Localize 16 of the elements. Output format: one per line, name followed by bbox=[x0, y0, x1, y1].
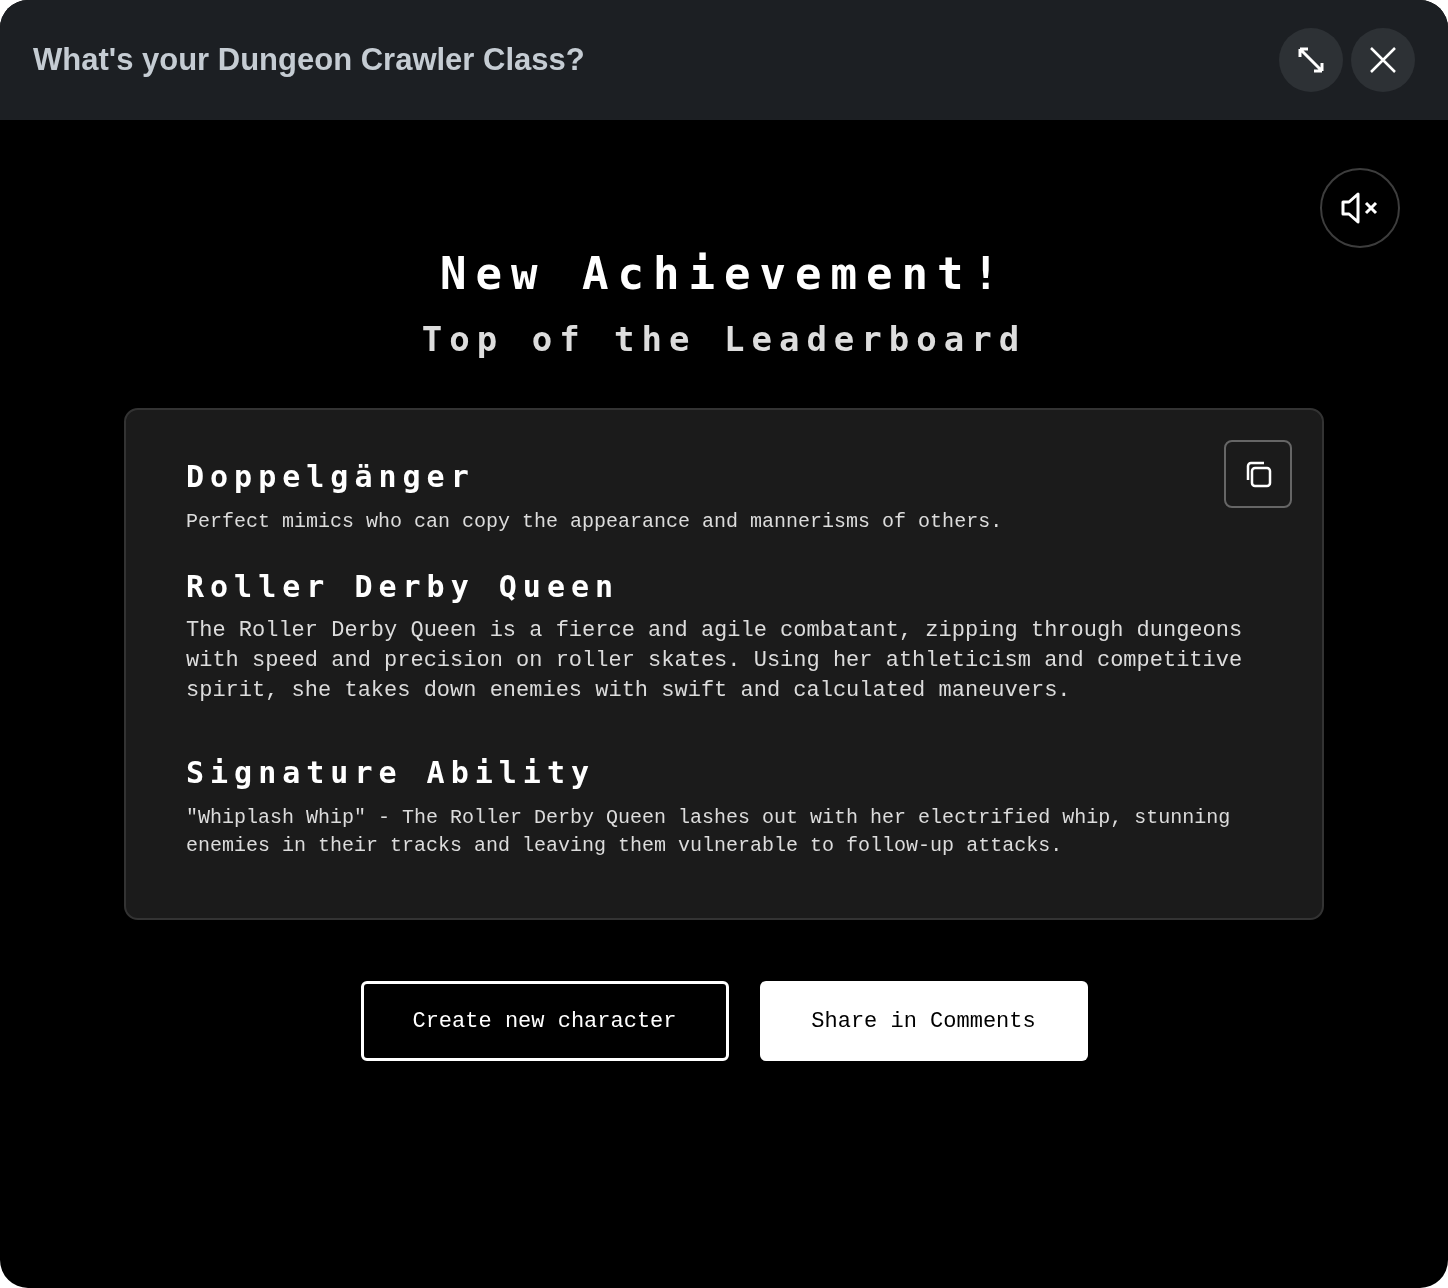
achievement-heading: New Achievement! bbox=[440, 252, 1008, 296]
copy-button[interactable] bbox=[1224, 440, 1292, 508]
muted-speaker-icon bbox=[1340, 191, 1380, 225]
expand-icon bbox=[1296, 45, 1326, 75]
mute-button[interactable] bbox=[1320, 168, 1400, 248]
section-text: Perfect mimics who can copy the appearance and mannerisms of others. bbox=[186, 509, 1004, 535]
section-heading: Signature Ability bbox=[186, 758, 596, 788]
section-text: "Whiplash Whip" - The Roller Derby Queen lashes out with her electrified whip, stunning enemies in their tracks and leaving them vulnerable to follow-up attacks. bbox=[186, 805, 1232, 859]
window-title: What's your Dungeon Crawler Class? bbox=[33, 40, 586, 79]
close-icon bbox=[1369, 46, 1397, 74]
section-heading: Roller Derby Queen bbox=[186, 572, 620, 602]
create-character-button[interactable]: Create new character bbox=[360, 981, 729, 1061]
section-text: The Roller Derby Queen is a fierce and agile combatant, zipping through dungeons with speed and precision on roller skates. Using her athleticism and competitive spirit, she takes down enemies with swift and calculated maneuvers. bbox=[186, 617, 1244, 705]
share-button[interactable]: Share in Comments bbox=[759, 981, 1088, 1061]
section-heading: Doppelgänger bbox=[186, 462, 475, 492]
achievement-subtitle: Top of the Leaderboard bbox=[421, 322, 1027, 356]
